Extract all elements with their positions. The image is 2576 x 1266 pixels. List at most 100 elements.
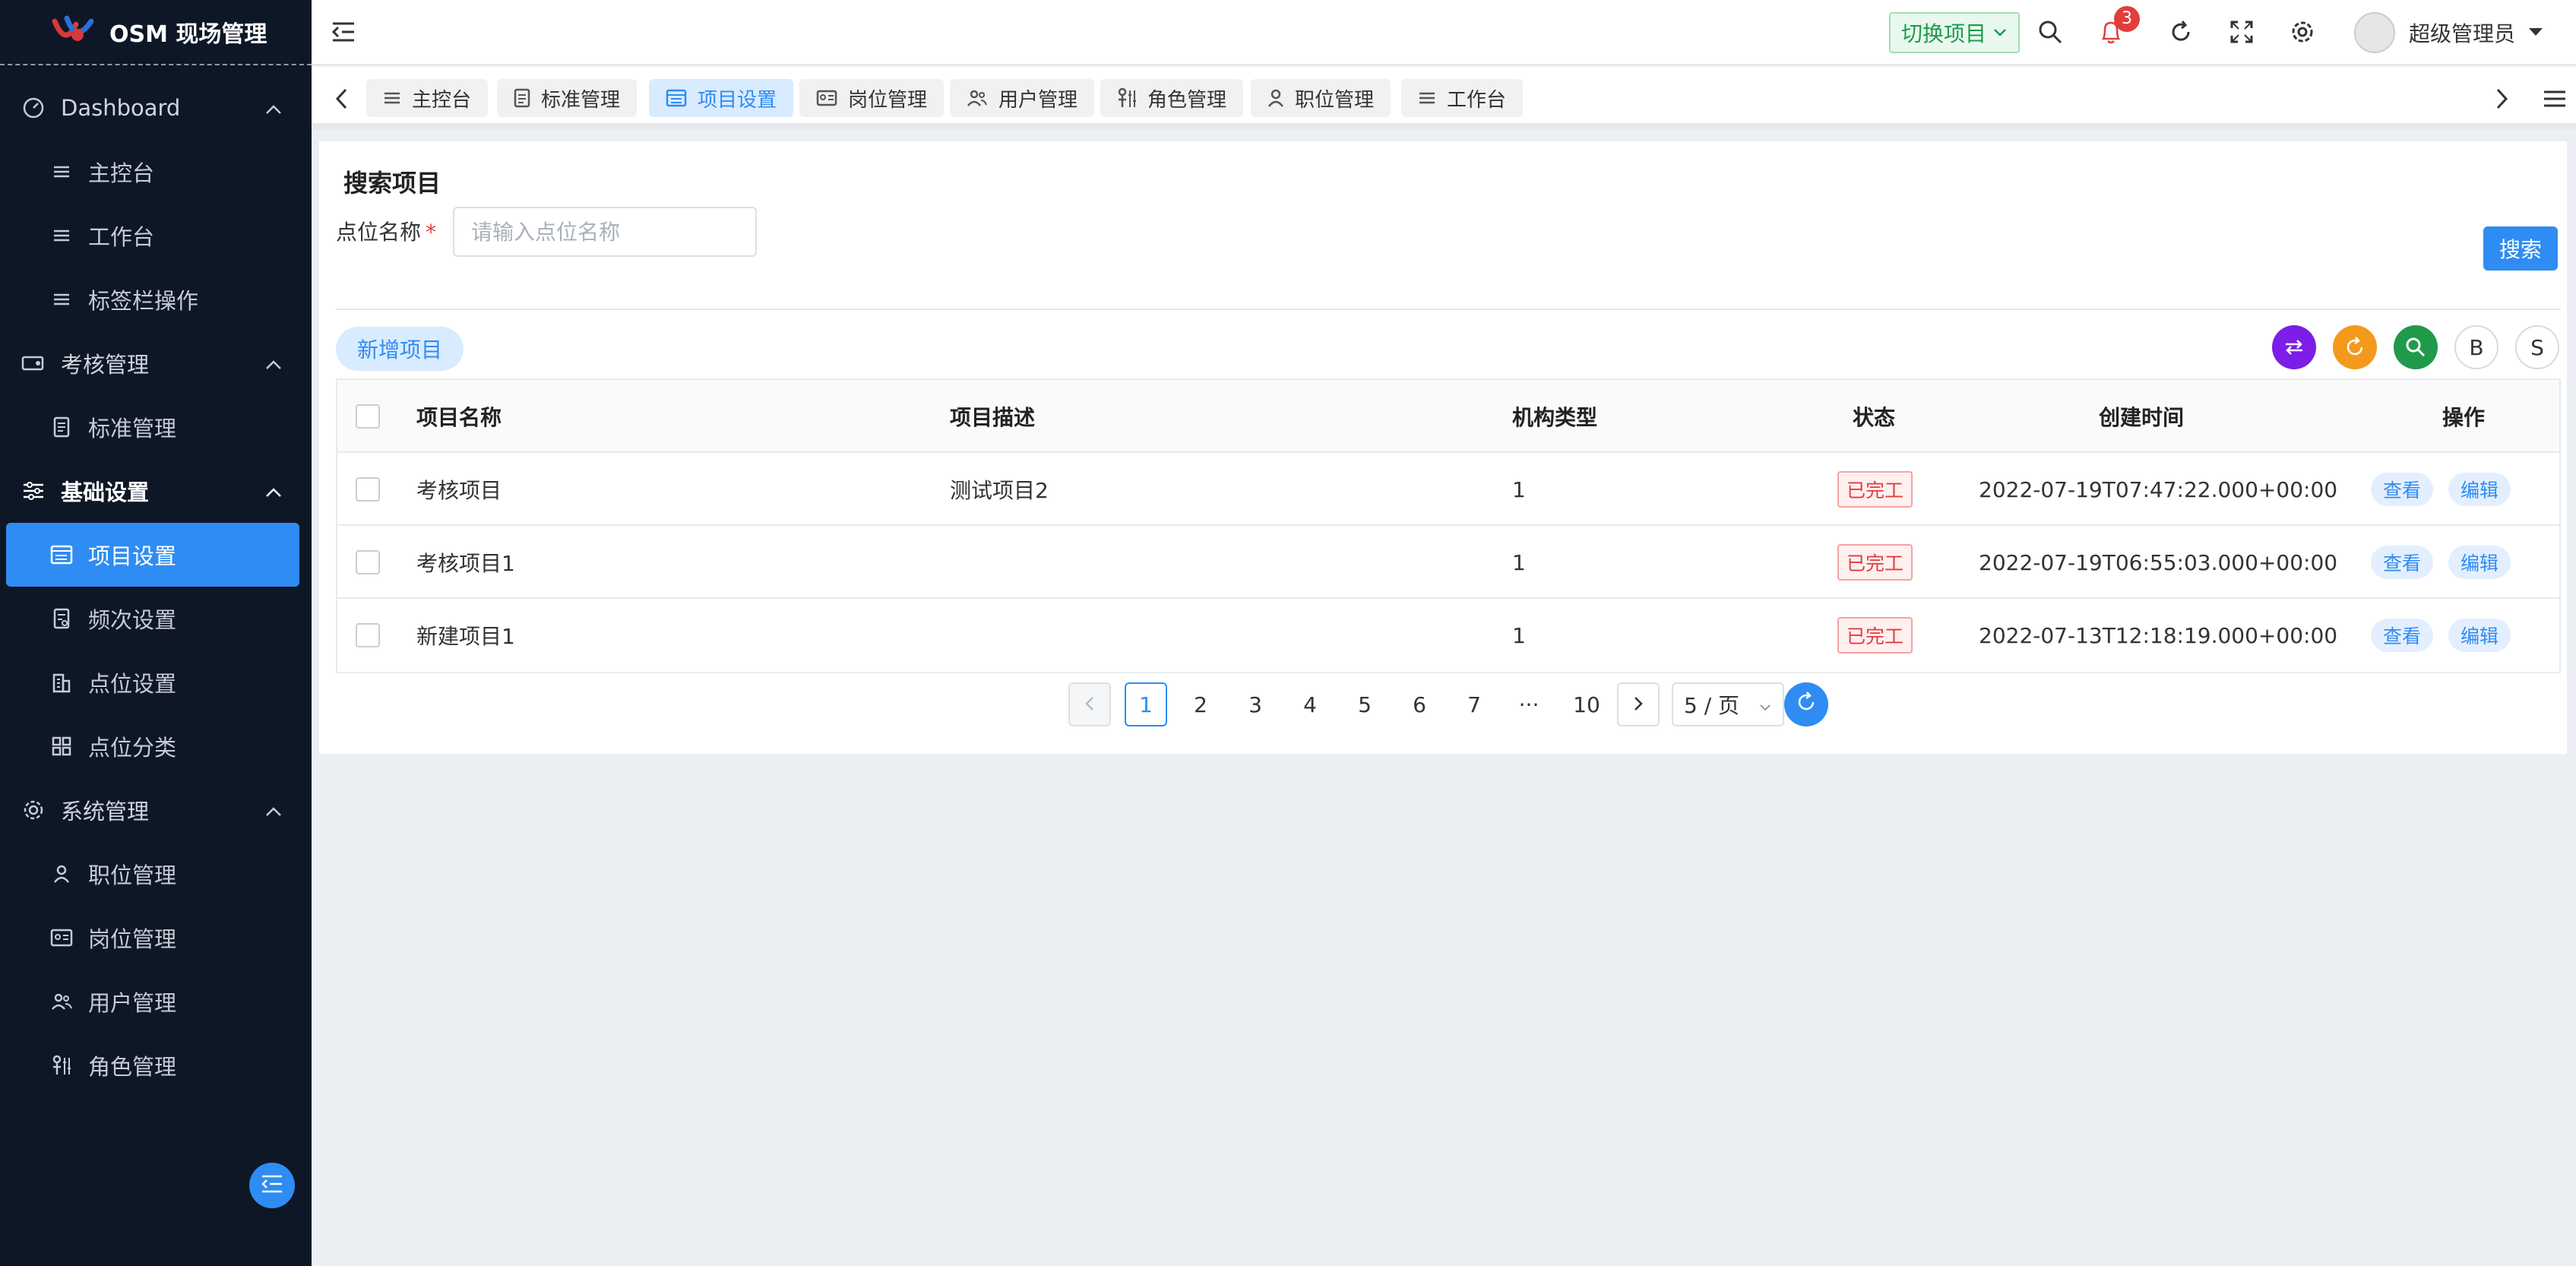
sidebar-item-role-management[interactable]: 角色管理 bbox=[6, 1033, 299, 1097]
fullscreen-icon[interactable] bbox=[2225, 15, 2258, 49]
caret-down-icon bbox=[2527, 26, 2544, 40]
pagination-next-button[interactable] bbox=[1617, 682, 1660, 726]
header-project-desc[interactable]: 项目描述 bbox=[950, 380, 1035, 453]
switch-project-label: 切换项目 bbox=[1901, 21, 1987, 46]
pagination-ellipsis[interactable]: ··· bbox=[1508, 682, 1550, 726]
b-button[interactable]: B bbox=[2454, 325, 2498, 369]
tab-main-console[interactable]: 主控台 bbox=[366, 79, 489, 117]
s-button[interactable]: S bbox=[2515, 325, 2559, 369]
pagination-page-current[interactable]: 1 bbox=[1125, 682, 1167, 726]
header-created-time[interactable]: 创建时间 bbox=[2099, 380, 2184, 453]
tab-position-management[interactable]: 职位管理 bbox=[1251, 79, 1391, 117]
menu-fold-icon[interactable] bbox=[328, 17, 359, 47]
header-status[interactable]: 状态 bbox=[1853, 380, 1895, 453]
sidebar-item-main-console[interactable]: 主控台 bbox=[6, 140, 299, 204]
view-button[interactable]: 查看 bbox=[2371, 546, 2434, 579]
sidebar-item-label: 岗位管理 bbox=[88, 926, 177, 952]
view-button[interactable]: 查看 bbox=[2371, 619, 2434, 652]
cell-org-type: 1 bbox=[1512, 476, 1526, 502]
id-card-icon bbox=[816, 90, 837, 106]
cell-created-time: 2022-07-19T07:47:22.000+00:00 bbox=[1979, 476, 2338, 502]
sidebar-group-assessment[interactable]: 考核管理 bbox=[0, 331, 312, 395]
tab-user-management[interactable]: 用户管理 bbox=[950, 79, 1095, 117]
pagination-refresh-button[interactable] bbox=[1784, 682, 1828, 726]
header-project-name[interactable]: 项目名称 bbox=[416, 380, 502, 453]
pagination-page[interactable]: 6 bbox=[1398, 682, 1441, 726]
status-badge: 已完工 bbox=[1837, 617, 1913, 654]
status-badge: 已完工 bbox=[1837, 471, 1913, 508]
cell-created-time: 2022-07-19T06:55:03.000+00:00 bbox=[1979, 549, 2338, 575]
tab-post-management[interactable]: 岗位管理 bbox=[799, 79, 945, 117]
cell-operations: 查看 编辑 bbox=[2371, 453, 2526, 526]
sidebar-item-position-management[interactable]: 职位管理 bbox=[6, 842, 299, 906]
view-button[interactable]: 查看 bbox=[2371, 473, 2434, 506]
sidebar-group-basic-settings[interactable]: 基础设置 bbox=[0, 459, 312, 523]
table-row: 考核项目 测试项目2 1 已完工 2022-07-19T07:47:22.000… bbox=[337, 453, 2559, 526]
sidebar-item-standard-management[interactable]: 标准管理 bbox=[6, 395, 299, 459]
select-all-checkbox[interactable] bbox=[356, 404, 380, 429]
refresh-icon[interactable] bbox=[2164, 15, 2198, 49]
tabs-menu-icon[interactable] bbox=[2540, 82, 2570, 116]
sidebar-group-label: Dashboard bbox=[61, 95, 181, 121]
header-org-type[interactable]: 机构类型 bbox=[1512, 380, 1597, 453]
pagination-page[interactable]: 4 bbox=[1289, 682, 1331, 726]
chevron-down-icon bbox=[1992, 27, 2008, 38]
sidebar-item-label: 职位管理 bbox=[88, 862, 177, 888]
tabs-scroll-left-icon[interactable] bbox=[327, 82, 357, 116]
top-header: 切换项目 3 超级管理员 bbox=[312, 0, 2576, 65]
sidebar-item-label: 工作台 bbox=[88, 224, 155, 250]
pagination-prev-button[interactable] bbox=[1068, 682, 1111, 726]
search-icon[interactable] bbox=[2033, 15, 2067, 49]
form-icon bbox=[49, 545, 74, 565]
sidebar: OSM 现场管理 Dashboard 主控台 工作台 标签栏操作 考核管理 标准… bbox=[0, 0, 312, 1266]
row-checkbox[interactable] bbox=[356, 550, 380, 574]
tab-project-settings[interactable]: 项目设置 bbox=[649, 79, 794, 117]
pagination-page[interactable]: 3 bbox=[1234, 682, 1277, 726]
pagination-page[interactable]: 10 bbox=[1562, 682, 1611, 726]
tab-role-management[interactable]: 角色管理 bbox=[1100, 79, 1244, 117]
notification-bell-icon[interactable]: 3 bbox=[2094, 6, 2140, 49]
sidebar-group-system-management[interactable]: 系统管理 bbox=[0, 778, 312, 842]
reload-icon[interactable] bbox=[2333, 325, 2377, 369]
row-checkbox[interactable] bbox=[356, 477, 380, 502]
sidebar-item-tab-operations[interactable]: 标签栏操作 bbox=[6, 267, 299, 331]
sidebar-item-frequency-settings[interactable]: 频次设置 bbox=[6, 587, 299, 650]
point-name-input[interactable] bbox=[453, 207, 757, 257]
edit-button[interactable]: 编辑 bbox=[2448, 473, 2511, 506]
pagination-page[interactable]: 5 bbox=[1343, 682, 1386, 726]
sidebar-item-project-settings[interactable]: 项目设置 bbox=[6, 523, 299, 587]
add-project-button[interactable]: 新增项目 bbox=[336, 327, 464, 371]
tabs-scroll-right-icon[interactable] bbox=[2486, 82, 2517, 116]
edit-button[interactable]: 编辑 bbox=[2448, 546, 2511, 579]
pagination-page[interactable]: 2 bbox=[1179, 682, 1222, 726]
app-logo[interactable]: OSM 现场管理 bbox=[0, 0, 312, 65]
search-button[interactable]: 搜索 bbox=[2483, 226, 2558, 271]
sidebar-item-point-settings[interactable]: 点位设置 bbox=[6, 650, 299, 714]
app-title: OSM 现场管理 bbox=[109, 21, 267, 48]
sidebar-item-point-category[interactable]: 点位分类 bbox=[6, 714, 299, 778]
sidebar-item-label: 主控台 bbox=[88, 160, 155, 186]
cell-created-time: 2022-07-13T12:18:19.000+00:00 bbox=[1979, 622, 2338, 648]
sidebar-item-label: 点位设置 bbox=[88, 671, 177, 697]
pagination-page[interactable]: 7 bbox=[1453, 682, 1495, 726]
sidebar-group-dashboard[interactable]: Dashboard bbox=[0, 76, 312, 140]
sidebar-item-label: 标准管理 bbox=[88, 416, 177, 442]
edit-button[interactable]: 编辑 bbox=[2448, 619, 2511, 652]
cell-status: 已完工 bbox=[1837, 599, 1913, 672]
sidebar-collapse-button[interactable] bbox=[249, 1163, 295, 1208]
calendar-doc-icon bbox=[49, 608, 74, 629]
settings-gear-icon[interactable] bbox=[2286, 15, 2319, 49]
row-checkbox[interactable] bbox=[356, 623, 380, 647]
tab-workbench[interactable]: 工作台 bbox=[1401, 79, 1524, 117]
tab-label: 岗位管理 bbox=[848, 88, 928, 112]
page-size-select[interactable]: 5 / 页 bbox=[1672, 682, 1784, 726]
sidebar-item-user-management[interactable]: 用户管理 bbox=[6, 970, 299, 1033]
cell-status: 已完工 bbox=[1837, 526, 1913, 599]
swap-icon[interactable] bbox=[2272, 325, 2316, 369]
sidebar-item-workbench[interactable]: 工作台 bbox=[6, 204, 299, 267]
switch-project-dropdown[interactable]: 切换项目 bbox=[1889, 12, 2021, 53]
sidebar-item-post-management[interactable]: 岗位管理 bbox=[6, 906, 299, 970]
search-icon[interactable] bbox=[2394, 325, 2438, 369]
user-menu[interactable]: 超级管理员 bbox=[2354, 9, 2544, 56]
tab-standard-management[interactable]: 标准管理 bbox=[497, 79, 638, 117]
